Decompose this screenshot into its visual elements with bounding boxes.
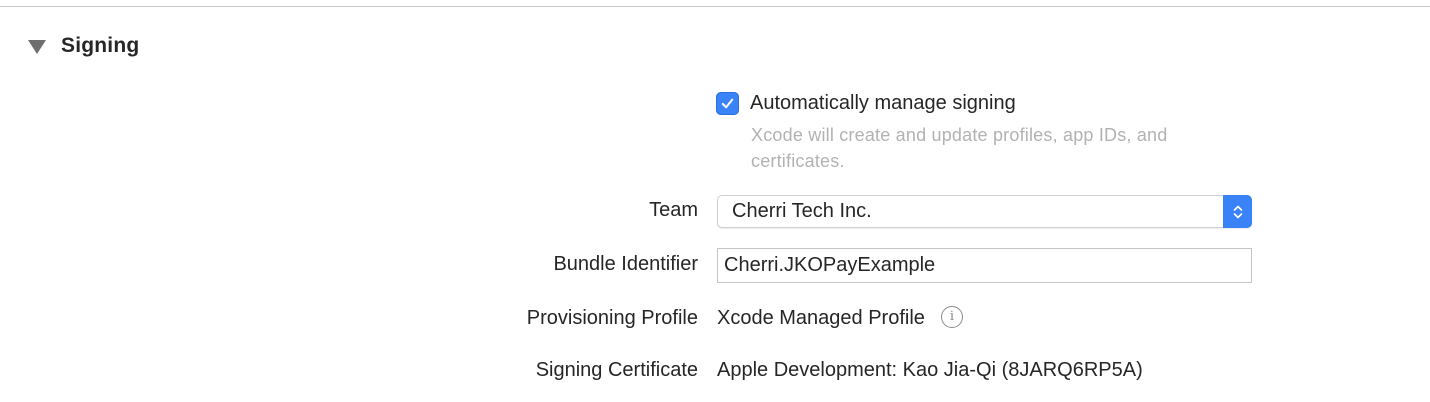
team-popup-value: Cherri Tech Inc. xyxy=(732,200,872,222)
signing-certificate-label: Signing Certificate xyxy=(535,359,698,381)
section-title: Signing xyxy=(61,34,140,57)
bundle-identifier-label: Bundle Identifier xyxy=(553,253,698,275)
auto-manage-row[interactable]: Automatically manage signing xyxy=(716,92,1016,115)
disclosure-triangle-icon[interactable] xyxy=(28,39,46,54)
provisioning-profile-label: Provisioning Profile xyxy=(526,307,698,329)
top-divider xyxy=(0,6,1430,7)
bundle-identifier-field[interactable] xyxy=(717,248,1252,283)
auto-manage-checkbox[interactable] xyxy=(716,92,739,115)
popup-arrows[interactable] xyxy=(1223,195,1252,228)
team-label: Team xyxy=(649,199,698,221)
signing-section-header[interactable]: Signing xyxy=(28,30,139,62)
signing-certificate-value: Apple Development: Kao Jia-Qi (8JARQ6RP5… xyxy=(717,359,1143,381)
team-popup[interactable]: Cherri Tech Inc. xyxy=(717,195,1252,228)
info-circle-icon[interactable]: i xyxy=(940,305,963,328)
auto-manage-description: Xcode will create and update profiles, a… xyxy=(751,125,1168,171)
up-down-chevron-icon xyxy=(1233,205,1242,218)
auto-manage-label[interactable]: Automatically manage signing xyxy=(750,92,1016,115)
provisioning-profile-value: Xcode Managed Profile xyxy=(717,307,925,329)
checkmark-icon xyxy=(721,98,734,109)
provisioning-profile-row: Xcode Managed Profile i xyxy=(717,305,963,330)
